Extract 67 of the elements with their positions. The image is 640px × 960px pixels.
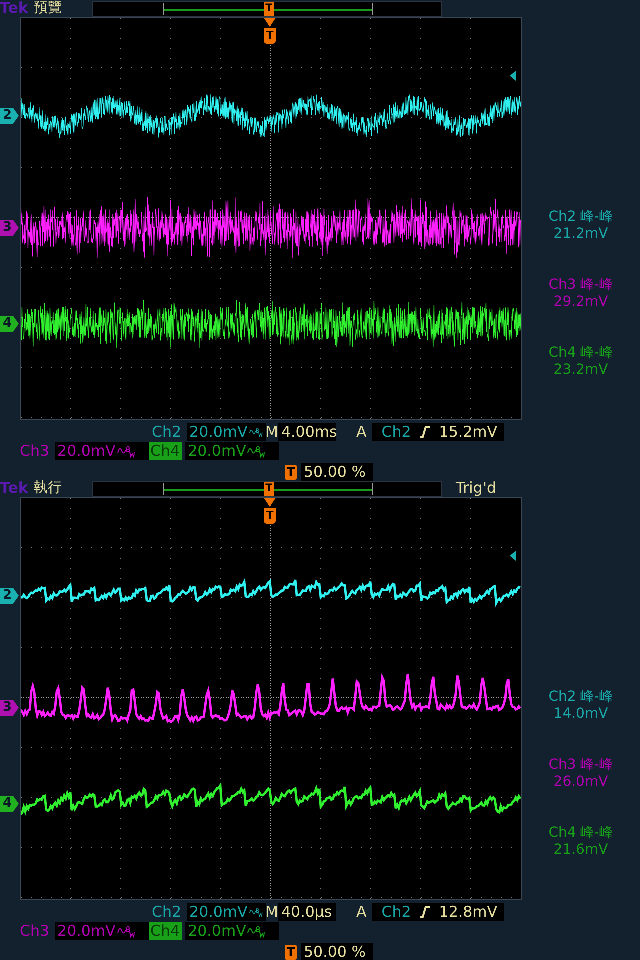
measurement-value: 21.6mV [554, 842, 608, 859]
scale-value: 20.0mV [58, 922, 116, 940]
measurement-value: 14.0mV [554, 706, 608, 723]
measurement-value: 23.2mV [554, 362, 608, 379]
trigger-arrow-icon [264, 498, 276, 507]
measurement-type: 峰-峰 [580, 689, 614, 706]
trigger-source: Ch2 [382, 903, 412, 921]
trigger-level: 15.2mV [439, 423, 498, 441]
trigger-point-marker: T [264, 482, 274, 496]
trigger-level-icon [509, 550, 519, 562]
timebase-value: 40.0µs [278, 903, 336, 921]
channel-label[interactable]: Ch4 [148, 922, 182, 940]
trigger-type-label: A [356, 903, 367, 921]
brand-logo: Tek [0, 480, 30, 497]
measurement-type: 峰-峰 [580, 757, 614, 774]
trigger-type-label: A [356, 423, 367, 441]
trigger-position-marker: T [264, 508, 276, 524]
bandwidth-limit-icon [247, 444, 266, 458]
scale-value: 20.0mV [190, 903, 248, 921]
trigger-position: 50.00 % [301, 463, 373, 481]
measurement-value: 29.2mV [554, 294, 608, 311]
channel-marker[interactable]: 4 [0, 316, 19, 332]
timebase-value: 4.00ms [278, 423, 336, 441]
channel-marker[interactable]: 2 [0, 108, 19, 124]
channel-label[interactable]: Ch2 [150, 423, 184, 441]
trigger-status: Trig'd [456, 480, 496, 497]
scale-value: 20.0mV [58, 442, 116, 460]
timebase-label: M [266, 903, 278, 921]
trigger-position-marker: T [285, 944, 297, 960]
measurement-channel: Ch2 [548, 689, 576, 706]
measurement-type: 峰-峰 [580, 277, 614, 294]
trigger-level: 12.8mV [439, 903, 498, 921]
bandwidth-limit-icon [116, 924, 135, 938]
measurement-value: 26.0mV [554, 774, 608, 791]
trigger-source: Ch2 [382, 423, 412, 441]
scale-value: 20.0mV [188, 922, 246, 940]
trigger-arrow-icon [264, 18, 276, 27]
channel-marker[interactable]: 2 [0, 588, 19, 604]
measurement-type: 峰-峰 [580, 825, 614, 842]
measurement-channel: Ch2 [548, 209, 576, 226]
channel-marker[interactable]: 3 [0, 220, 19, 236]
measurement-channel: Ch3 [548, 277, 576, 294]
measurement-channel: Ch4 [548, 825, 576, 842]
measurement-value: 21.2mV [554, 226, 608, 243]
measurement-type: 峰-峰 [580, 345, 614, 362]
trigger-level-icon [509, 70, 519, 82]
rising-edge-icon [419, 425, 432, 439]
acquisition-mode: 預覽 [34, 0, 63, 17]
bandwidth-limit-icon [116, 444, 135, 458]
brand-logo: Tek [0, 0, 30, 17]
timebase-label: M [266, 423, 278, 441]
scale-value: 20.0mV [190, 423, 248, 441]
trigger-point-marker: T [264, 2, 274, 16]
channel-marker[interactable]: 4 [0, 796, 19, 812]
rising-edge-icon [419, 905, 432, 919]
trigger-position-marker: T [264, 28, 276, 44]
acquisition-mode: 執行 [34, 480, 63, 497]
channel-label[interactable]: Ch4 [148, 442, 182, 460]
channel-marker[interactable]: 3 [0, 700, 19, 716]
measurement-channel: Ch3 [548, 757, 576, 774]
scale-value: 20.0mV [188, 442, 246, 460]
measurement-channel: Ch4 [548, 345, 576, 362]
measurement-type: 峰-峰 [580, 209, 614, 226]
trigger-position: 50.00 % [301, 943, 373, 960]
trigger-position-marker: T [285, 464, 297, 480]
bandwidth-limit-icon [247, 924, 266, 938]
channel-label[interactable]: Ch2 [150, 903, 184, 921]
